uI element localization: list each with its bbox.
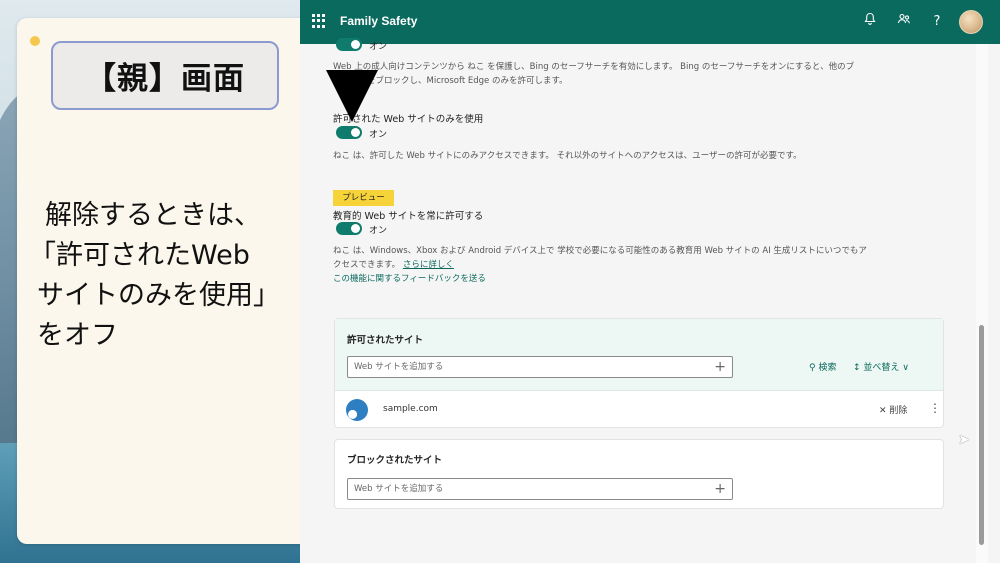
edu-description-line2: クセスできます。 さらに詳しく	[333, 258, 454, 272]
sort-button[interactable]: ↕ 並べ替え ∨	[853, 360, 909, 373]
edu-label: 教育的 Web サイトを常に許可する	[333, 211, 484, 222]
blocked-sites-card: ブロックされたサイト Web サイトを追加する +	[334, 439, 944, 509]
blocked-site-input[interactable]: Web サイトを追加する +	[347, 478, 733, 500]
top-bar: Family Safety ?	[300, 0, 1000, 44]
app-title[interactable]: Family Safety	[340, 14, 417, 28]
note-tag: 【親】画面	[51, 41, 279, 110]
bell-icon[interactable]	[860, 12, 880, 32]
note-dot	[30, 36, 40, 46]
scrollbar-thumb[interactable]	[979, 325, 984, 545]
people-icon[interactable]	[894, 12, 914, 32]
search-icon: ⚲	[809, 363, 816, 373]
learn-more-link[interactable]: さらに詳しく	[403, 260, 454, 270]
app-launcher-icon[interactable]	[312, 14, 326, 28]
add-icon[interactable]: +	[714, 479, 726, 499]
allowed-site-input-placeholder: Web サイトを追加する	[354, 362, 444, 372]
chevron-down-icon: ∨	[902, 363, 909, 373]
allowed-sites-header	[335, 319, 943, 391]
avatar[interactable]	[959, 10, 983, 34]
filter-toggle-state: オン	[369, 42, 388, 52]
blocked-site-input-placeholder: Web サイトを追加する	[354, 484, 444, 494]
allowed-site-row[interactable]: sample.com ✕ 削除 ⋮	[335, 392, 943, 428]
note-line: サイトのみを使用」	[37, 280, 280, 311]
preview-badge: プレビュー	[333, 190, 394, 206]
settings-content: オン Web 上の成人向けコンテンツから ねこ を保護し、Bing のセーフサー…	[300, 38, 972, 563]
filter-toggle[interactable]	[336, 38, 362, 51]
filter-description-line1: Web 上の成人向けコンテンツから ねこ を保護し、Bing のセーフサーチを有…	[333, 62, 855, 72]
site-logo-icon	[346, 399, 368, 421]
family-safety-window: Family Safety ? オン Web 上の成人向けコンテンツから ねこ …	[300, 0, 1000, 563]
sort-label: 並べ替え	[863, 363, 900, 373]
sort-icon: ↕	[853, 363, 861, 373]
remove-label: 削除	[889, 406, 908, 416]
add-icon[interactable]: +	[714, 357, 726, 377]
note-line: 解除するときは、	[45, 200, 261, 231]
feedback-link[interactable]: この機能に関するフィードバックを送る	[333, 272, 486, 286]
note-line: 「許可されたWeb	[29, 240, 250, 271]
edu-toggle-state: オン	[369, 226, 388, 236]
note-message: 解除するときは、 「許可されたWeb サイトのみを使用」 をオフ	[29, 196, 307, 356]
allowed-sites-title: 許可されたサイト	[347, 335, 424, 346]
allowed-only-state: オン	[369, 130, 388, 140]
search-label: 検索	[818, 363, 837, 373]
instruction-note: 【親】画面 解除するときは、 「許可されたWeb サイトのみを使用」 をオフ	[17, 18, 312, 544]
more-options-icon[interactable]: ⋮	[929, 401, 941, 415]
remove-site-button[interactable]: ✕ 削除	[879, 403, 907, 416]
blocked-sites-title: ブロックされたサイト	[347, 455, 443, 466]
allowed-sites-card: 許可されたサイト Web サイトを追加する + ⚲ 検索 ↕ 並べ替え ∨ sa…	[334, 318, 944, 428]
note-line: をオフ	[37, 320, 118, 351]
allowed-only-description: ねこ は、許可した Web サイトにのみアクセスできます。 それ以外のサイトへの…	[333, 151, 802, 161]
search-button[interactable]: ⚲ 検索	[809, 360, 836, 373]
allowed-site-input[interactable]: Web サイトを追加する +	[347, 356, 733, 378]
edu-description-line1: ねこ は、Windows、Xbox および Android デバイス上で 学校で…	[333, 246, 867, 256]
site-name: sample.com	[383, 404, 438, 414]
close-icon: ✕	[879, 406, 887, 416]
edu-toggle[interactable]	[336, 222, 362, 235]
mouse-cursor-icon: ➤	[958, 432, 970, 448]
edu-description-text: クセスできます。	[333, 260, 403, 270]
pointer-arrow	[326, 70, 378, 122]
help-icon[interactable]: ?	[927, 12, 947, 32]
allowed-only-toggle[interactable]	[336, 126, 362, 139]
